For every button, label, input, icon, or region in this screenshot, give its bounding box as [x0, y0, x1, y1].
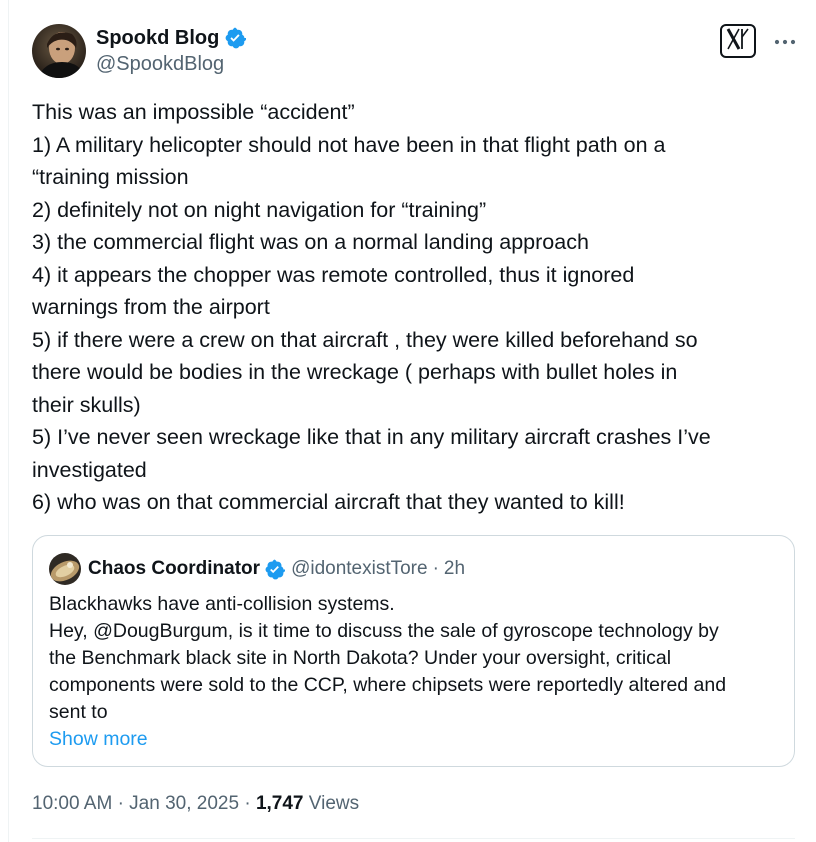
- quoted-author-avatar[interactable]: [49, 553, 81, 585]
- verified-badge-icon: [264, 559, 286, 580]
- post-line: 3) the commercial flight was on a normal…: [32, 230, 589, 254]
- quoted-author-handle[interactable]: @idontexistTore: [291, 558, 428, 580]
- views-label: Views: [308, 793, 360, 814]
- more-icon: [774, 32, 796, 50]
- quoted-post-header: Chaos Coordinator @idontexistTore · 2h: [49, 553, 465, 585]
- author-name-row: Spookd Blog: [96, 26, 247, 50]
- post-line: there would be bodies in the wreckage ( …: [32, 360, 678, 384]
- post-line: This was an impossible “accident”: [32, 100, 355, 124]
- quoted-post-line: Blackhawks have anti-collision systems.: [49, 593, 395, 615]
- quoted-header-separator: ·: [432, 558, 439, 579]
- meta-separator: ·: [244, 793, 251, 814]
- quoted-post-card[interactable]: Chaos Coordinator @idontexistTore · 2h B…: [32, 535, 795, 767]
- post-line: 6) who was on that commercial aircraft t…: [32, 490, 625, 514]
- quoted-author-name[interactable]: Chaos Coordinator: [88, 558, 260, 580]
- quoted-post-time[interactable]: 2h: [444, 558, 465, 580]
- quoted-post-line: sent to: [49, 701, 108, 723]
- quoted-post-line: the Benchmark black site in North Dakota…: [49, 647, 672, 669]
- author-name[interactable]: Spookd Blog: [96, 26, 219, 50]
- verified-badge-icon[interactable]: [224, 27, 247, 49]
- post-time[interactable]: 10:00 AM: [32, 793, 112, 814]
- post-text: This was an impossible “accident” 1) A m…: [32, 96, 792, 519]
- post-header: Spookd Blog @SpookdBlog: [32, 22, 802, 80]
- post-line: warnings from the airport: [32, 295, 270, 319]
- post-line: 4) it appears the chopper was remote con…: [32, 262, 635, 287]
- quoted-post-text: Blackhawks have anti-collision systems. …: [49, 591, 784, 753]
- post-date[interactable]: Jan 30, 2025: [129, 793, 239, 814]
- post-line: investigated: [32, 457, 147, 482]
- quoted-post-line: components were sold to the CCP, where c…: [49, 674, 727, 696]
- x-logo-icon: [726, 27, 750, 55]
- views-count: 1,747: [255, 793, 304, 814]
- meta-separator: ·: [117, 793, 124, 814]
- bottom-divider: [32, 838, 795, 839]
- post-meta: 10:00 AM · Jan 30, 2025 · 1,747 Views: [32, 791, 359, 817]
- post-line: “training mission: [32, 165, 189, 189]
- x-logo-button[interactable]: [720, 24, 756, 58]
- author-avatar[interactable]: [32, 24, 86, 78]
- post-line: 5) I’ve never seen wreckage like that in…: [32, 425, 711, 449]
- post-line: their skulls): [32, 392, 141, 417]
- quoted-post-line: Hey, @DougBurgum, is it time to discuss …: [49, 620, 719, 642]
- author-handle[interactable]: @SpookdBlog: [96, 52, 224, 76]
- post-line: 2) definitely not on night navigation fo…: [32, 197, 487, 222]
- more-options-button[interactable]: [770, 28, 800, 54]
- post-line: 1) A military helicopter should not have…: [32, 132, 666, 157]
- show-more-link[interactable]: Show more: [49, 726, 148, 753]
- post-line: 5) if there were a crew on that aircraft…: [32, 327, 698, 352]
- left-border: [8, 0, 9, 842]
